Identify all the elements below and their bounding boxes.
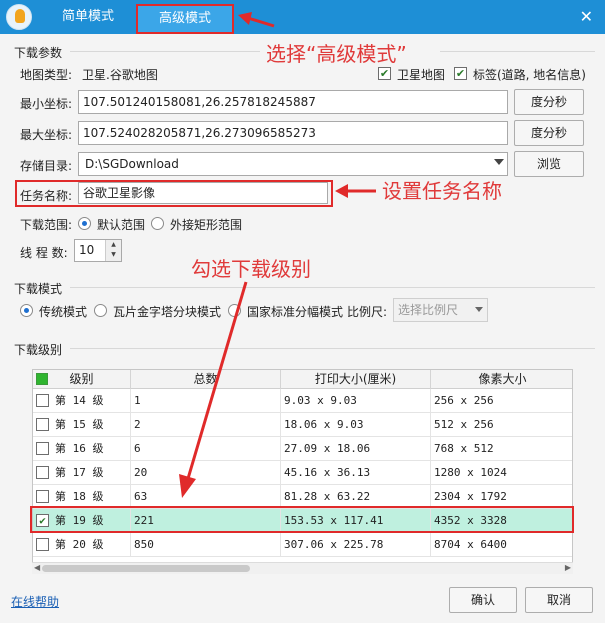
online-help-link[interactable]: 在线帮助 (11, 593, 59, 610)
group-divider (70, 51, 260, 52)
default-range-label: 默认范围 (97, 218, 146, 232)
cell-print-size: 18.06 x 9.03 (281, 413, 431, 437)
range-label: 下载范围: (20, 218, 73, 232)
horizontal-scrollbar[interactable]: ◀ ▶ (32, 562, 573, 574)
max-coord-input[interactable]: 107.524028205871,26.273096585273 (78, 121, 508, 145)
cell-level: 第 15 级 (33, 413, 131, 437)
map-type-label: 地图类型: (20, 68, 73, 82)
cell-print-size: 45.16 x 36.13 (281, 461, 431, 485)
task-name-input[interactable]: 谷歌卫星影像 (78, 182, 328, 204)
cell-pixel-size: 256 x 256 (431, 389, 572, 413)
map-type-value: 卫星.谷歌地图 (82, 68, 158, 82)
group-divider (70, 287, 595, 288)
table-row[interactable]: 第 16 级 6 27.09 x 18.06 768 x 512 (33, 437, 572, 461)
cell-print-size: 27.09 x 18.06 (281, 437, 431, 461)
cell-print-size: 9.03 x 9.03 (281, 389, 431, 413)
cell-pixel-size: 8704 x 6400 (431, 533, 572, 557)
cell-pixel-size: 512 x 256 (431, 413, 572, 437)
storage-dir-select[interactable]: D:\SGDownload (78, 152, 508, 176)
cell-pixel-size: 1280 x 1024 (431, 461, 572, 485)
group-divider (440, 51, 595, 52)
group-title-download-params: 下载参数 (14, 46, 63, 60)
spinner-arrows-icon[interactable]: ▲ ▼ (105, 240, 121, 261)
bounding-rect-range-label: 外接矩形范围 (170, 218, 243, 232)
annotation-arrow-advanced (238, 12, 275, 28)
radio-default-range[interactable] (78, 217, 91, 230)
tab-advanced-mode[interactable]: 高级模式 (136, 4, 234, 34)
labels-label: 标签(道路, 地名信息) (473, 68, 586, 82)
traditional-mode-label: 传统模式 (39, 305, 88, 319)
cell-print-size: 307.06 x 225.78 (281, 533, 431, 557)
annotation-arrow-task-name (335, 184, 376, 198)
task-name-label: 任务名称: (20, 189, 73, 203)
chevron-down-icon[interactable] (494, 159, 504, 165)
table-row[interactable]: 第 17 级 20 45.16 x 36.13 1280 x 1024 (33, 461, 572, 485)
ok-button[interactable]: 确认 (449, 587, 517, 613)
threads-label: 线 程 数: (20, 246, 68, 260)
min-coord-label: 最小坐标: (20, 97, 73, 111)
satellite-map-checkbox[interactable]: ✔ (378, 67, 391, 80)
table-row[interactable]: 第 20 级 850 307.06 x 225.78 8704 x 6400 (33, 533, 572, 557)
table-row[interactable]: 第 14 级 1 9.03 x 9.03 256 x 256 (33, 389, 572, 413)
annotation-set-task-name: 设置任务名称 (382, 179, 502, 203)
chevron-down-icon[interactable] (475, 307, 483, 312)
tab-simple-mode[interactable]: 简单模式 (42, 4, 134, 34)
national-standard-mode-label: 国家标准分幅模式 (247, 305, 344, 319)
group-title-download-mode: 下载模式 (14, 282, 63, 296)
cell-level: 第 16 级 (33, 437, 131, 461)
cell-level: 第 20 级 (33, 533, 131, 557)
levels-table: 级别 总数 打印大小(厘米) 像素大小 第 14 级 1 9.03 x 9.03… (32, 369, 573, 574)
scale-select[interactable]: 选择比例尺 (393, 298, 488, 322)
scrollbar-thumb[interactable] (42, 565, 250, 572)
min-coord-input[interactable]: 107.501240158081,26.257818245887 (78, 90, 508, 114)
table-header: 级别 总数 打印大小(厘米) 像素大小 (33, 370, 572, 389)
cell-total: 850 (131, 533, 281, 557)
scroll-left-icon[interactable]: ◀ (34, 563, 40, 572)
storage-dir-label: 存储目录: (20, 159, 73, 173)
radio-traditional-mode[interactable] (20, 304, 33, 317)
table-row[interactable]: 第 15 级 2 18.06 x 9.03 512 x 256 (33, 413, 572, 437)
cancel-button[interactable]: 取消 (525, 587, 593, 613)
browse-button[interactable]: 浏览 (514, 151, 584, 177)
app-logo-icon (6, 4, 32, 30)
labels-checkbox[interactable]: ✔ (454, 67, 467, 80)
cell-level: 第 14 级 (33, 389, 131, 413)
column-header-pixel-size[interactable]: 像素大小 (431, 370, 572, 389)
column-header-print-size[interactable]: 打印大小(厘米) (281, 370, 431, 389)
radio-pyramid-mode[interactable] (94, 304, 107, 317)
radio-bounding-rect-range[interactable] (151, 217, 164, 230)
selected-level-highlight (30, 506, 574, 533)
column-header-level[interactable]: 级别 (33, 370, 131, 389)
annotation-select-advanced: 选择“高级模式” (266, 42, 407, 66)
cell-pixel-size: 768 x 512 (431, 437, 572, 461)
group-divider (70, 348, 595, 349)
close-icon[interactable]: ✕ (580, 7, 593, 26)
max-coord-label: 最大坐标: (20, 128, 73, 142)
scroll-right-icon[interactable]: ▶ (565, 563, 571, 572)
cell-level: 第 17 级 (33, 461, 131, 485)
scale-label: 比例尺: (347, 305, 388, 319)
annotation-arrow-level (179, 281, 248, 498)
satellite-map-label: 卫星地图 (397, 68, 446, 82)
group-title-download-levels: 下载级别 (14, 343, 63, 357)
max-dms-button[interactable]: 度分秒 (514, 120, 584, 146)
min-dms-button[interactable]: 度分秒 (514, 89, 584, 115)
